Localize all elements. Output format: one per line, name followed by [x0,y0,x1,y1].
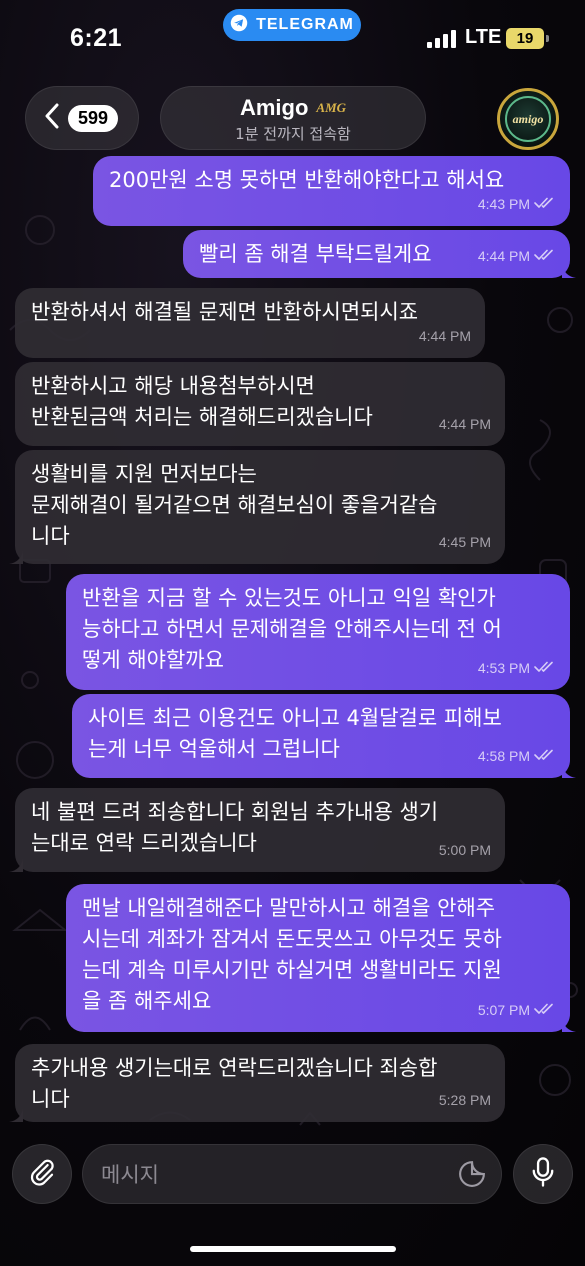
message-bubble-incoming[interactable]: 반환하셔서 해결될 문제면 반환하시면되시죠 4:44 PM [15,288,485,358]
bubble-tail [9,550,23,564]
message-meta: 4:53 PM [478,653,556,684]
message-input-placeholder: 메시지 [101,1163,159,1187]
double-check-icon [534,189,556,220]
avatar-logo-text: amigo [512,111,544,126]
message-bubble-outgoing[interactable]: 200만원 소명 못하면 반환해야한다고 해서요 4:43 PM [93,156,570,226]
message-time: 4:44 PM [418,328,471,344]
paperclip-icon [27,1157,57,1191]
message-time: 4:44 PM [477,248,530,264]
bubble-tail [562,264,576,278]
name-tag: AMG [316,100,347,115]
message-bubble-incoming[interactable]: 생활비를 지원 먼저보다는 문제해결이 될거같으면 해결보심이 좋을거같습 니다… [9,450,505,564]
double-check-icon [534,995,556,1026]
message-meta: 4:44 PM [419,321,471,352]
bubble-tail [562,1018,576,1032]
message-time: 4:43 PM [477,196,530,212]
chevron-left-icon [44,102,60,134]
message-time: 4:58 PM [477,748,530,764]
bubble-tail [9,1108,23,1122]
message-meta: 4:44 PM [478,241,556,272]
last-seen-status: 1분 전까지 접속함 [235,125,351,143]
message-time: 5:00 PM [438,842,491,858]
double-check-icon [534,653,556,684]
message-text: 생활비를 지원 먼저보다는 문제해결이 될거같으면 해결보심이 좋을거같습 니다 [31,462,438,548]
message-input[interactable]: 메시지 [82,1144,502,1204]
attach-button[interactable] [12,1144,72,1204]
home-indicator [190,1246,396,1252]
telegram-icon [230,14,248,36]
back-button[interactable]: 599 [25,86,139,150]
clock: 6:21 [70,24,123,52]
message-bubble-outgoing[interactable]: 사이트 최근 이용건도 아니고 4월달걸로 피해보 는게 너무 억울해서 그럽니… [72,694,576,778]
message-bubble-outgoing[interactable]: 맨날 내일해결해준다 말만하시고 해결을 안해주 시는데 계좌가 잠겨서 돈도못… [66,884,576,1032]
message-time: 4:44 PM [438,416,491,432]
unread-count-badge: 599 [68,104,119,132]
bubble-tail [9,858,23,872]
message-meta: 4:45 PM [439,527,491,558]
status-bar: 6:21 TELEGRAM LTE 19 [0,0,585,80]
message-text: 네 불편 드려 죄송합니다 회원님 추가내용 생기 는대로 연락 드리겠습니다 [31,800,439,855]
bubble-tail [562,764,576,778]
message-bubble-outgoing[interactable]: 반환을 지금 할 수 있는것도 아니고 익일 확인가 능하다고 하면서 문제해결… [66,574,570,690]
message-time: 4:45 PM [438,534,491,550]
message-text: 추가내용 생기는대로 연락드리겠습니다 죄송합 니다 [31,1056,438,1111]
message-bubble-incoming[interactable]: 추가내용 생기는대로 연락드리겠습니다 죄송합 니다 5:28 PM [9,1044,505,1122]
message-text: 반환하시고 해당 내용첨부하시면 반환된금액 처리는 해결해드리겠습니다 [31,374,373,429]
telegram-app-pill[interactable]: TELEGRAM [223,9,361,41]
telegram-label: TELEGRAM [256,16,354,33]
message-meta: 5:07 PM [478,995,556,1026]
microphone-icon [528,1156,558,1192]
double-check-icon [534,741,556,772]
message-meta: 4:43 PM [478,189,556,220]
double-check-icon [534,241,556,272]
chat-title-area[interactable]: Amigo AMG 1분 전까지 접속함 [160,86,426,150]
network-type: LTE [465,26,502,48]
message-meta: 4:58 PM [478,741,556,772]
message-bubble-outgoing[interactable]: 빨리 좀 해결 부탁드릴게요 4:44 PM [183,230,576,278]
message-text: 반환하셔서 해결될 문제면 반환하시면되시죠 [31,300,419,324]
message-time: 5:28 PM [438,1092,491,1108]
avatar[interactable]: amigo [497,88,559,150]
message-meta: 4:44 PM [439,409,491,440]
message-time: 5:07 PM [477,1002,530,1018]
message-bubble-incoming[interactable]: 네 불편 드려 죄송합니다 회원님 추가내용 생기 는대로 연락 드리겠습니다 … [9,788,505,872]
avatar-ring: amigo [505,96,551,142]
message-meta: 5:28 PM [439,1085,491,1116]
microphone-button[interactable] [513,1144,573,1204]
sticker-icon[interactable] [457,1159,487,1193]
message-meta: 5:00 PM [439,835,491,866]
chat-name: Amigo [239,95,309,120]
message-bubble-incoming[interactable]: 반환하시고 해당 내용첨부하시면 반환된금액 처리는 해결해드리겠습니다 4:4… [15,362,505,446]
battery-indicator: 19 [506,28,549,49]
signal-icon [427,30,456,48]
message-time: 4:53 PM [477,660,530,676]
